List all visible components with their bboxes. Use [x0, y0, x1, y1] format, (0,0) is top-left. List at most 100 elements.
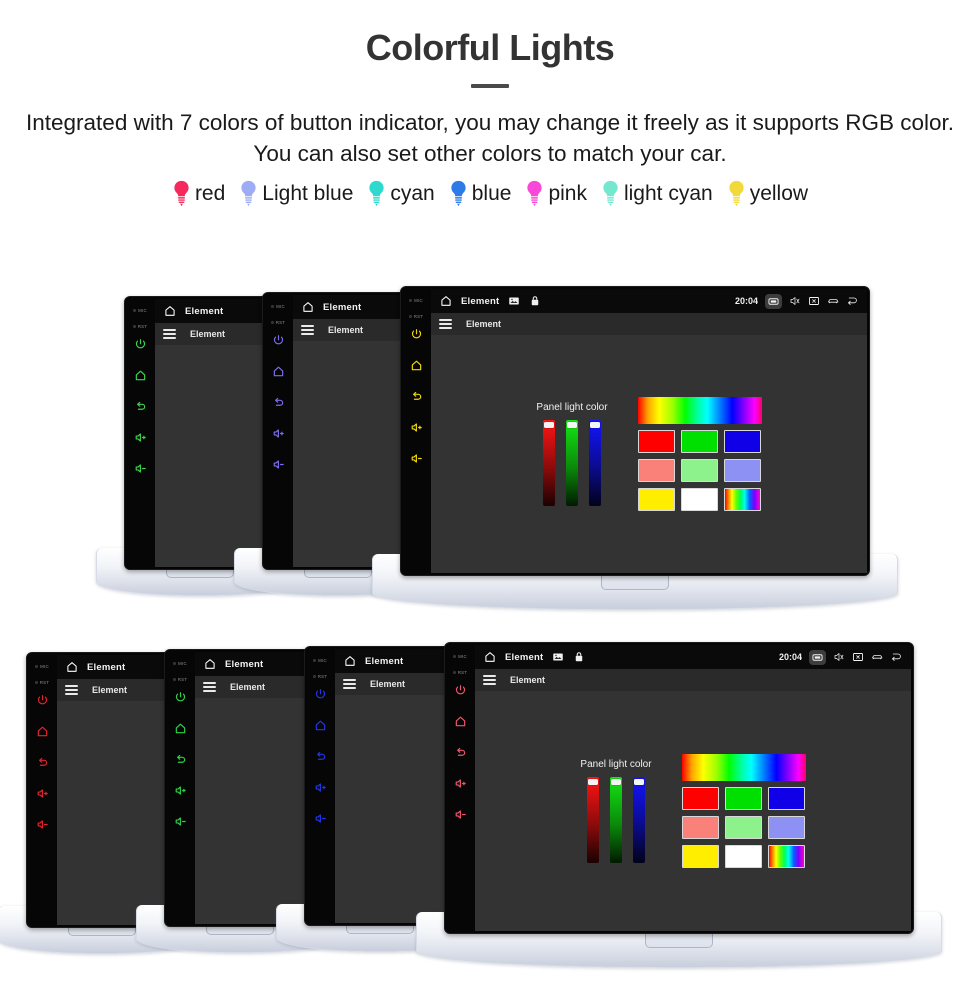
- salmon-swatch[interactable]: [637, 459, 675, 482]
- volume-down-icon[interactable]: [36, 818, 49, 831]
- hue-spectrum-bar[interactable]: [681, 754, 806, 781]
- periwinkle-swatch[interactable]: [724, 459, 762, 482]
- rainbow-swatch[interactable]: [768, 845, 806, 868]
- lock-icon[interactable]: [573, 651, 585, 663]
- green-swatch[interactable]: [724, 787, 763, 810]
- volume-down-icon[interactable]: [174, 815, 187, 828]
- gallery-icon[interactable]: [552, 651, 564, 663]
- power-icon[interactable]: [36, 694, 49, 707]
- home-icon[interactable]: [36, 725, 49, 738]
- volume-up-icon[interactable]: [174, 784, 187, 797]
- red-swatch[interactable]: [681, 787, 719, 810]
- mute-icon[interactable]: [789, 295, 801, 307]
- power-icon[interactable]: [174, 691, 187, 704]
- power-icon[interactable]: [454, 684, 467, 697]
- red-slider[interactable]: [543, 420, 555, 506]
- touchscreen[interactable]: Element 20:04 Element Panel light color: [475, 645, 911, 931]
- touchscreen[interactable]: Element Element: [155, 299, 273, 567]
- home-icon[interactable]: [164, 305, 176, 317]
- hamburger-menu-icon[interactable]: [65, 684, 78, 696]
- mute-icon[interactable]: [833, 651, 845, 663]
- hue-spectrum-bar[interactable]: [637, 397, 762, 424]
- rainbow-swatch[interactable]: [724, 488, 762, 511]
- lightgreen-swatch[interactable]: [724, 816, 763, 839]
- blue-swatch[interactable]: [724, 430, 762, 453]
- touchscreen[interactable]: Element Element: [195, 652, 313, 924]
- blue-slider[interactable]: [633, 777, 645, 863]
- white-swatch[interactable]: [680, 488, 719, 511]
- screenshot-icon[interactable]: [809, 649, 826, 665]
- hamburger-menu-icon[interactable]: [163, 328, 176, 340]
- slider-thumb[interactable]: [634, 779, 644, 785]
- red-slider[interactable]: [587, 777, 599, 863]
- hamburger-menu-icon[interactable]: [301, 324, 314, 336]
- hamburger-menu-icon[interactable]: [439, 318, 452, 330]
- hamburger-menu-icon[interactable]: [203, 681, 216, 693]
- home-icon[interactable]: [66, 661, 78, 673]
- home-icon[interactable]: [440, 295, 452, 307]
- green-slider[interactable]: [610, 777, 622, 863]
- touchscreen[interactable]: Element Element: [293, 295, 411, 567]
- power-icon[interactable]: [314, 688, 327, 701]
- power-icon[interactable]: [272, 334, 285, 347]
- home-icon[interactable]: [410, 359, 423, 372]
- home-icon[interactable]: [314, 719, 327, 732]
- home-icon[interactable]: [454, 715, 467, 728]
- slider-thumb[interactable]: [590, 422, 600, 428]
- back-icon[interactable]: [314, 750, 327, 763]
- car-icon[interactable]: [827, 295, 839, 307]
- volume-up-icon[interactable]: [272, 427, 285, 440]
- home-icon[interactable]: [174, 722, 187, 735]
- volume-down-icon[interactable]: [454, 808, 467, 821]
- close-screen-icon[interactable]: [808, 295, 820, 307]
- yellow-swatch[interactable]: [681, 845, 719, 868]
- back-icon[interactable]: [272, 396, 285, 409]
- back-icon[interactable]: [174, 753, 187, 766]
- home-icon[interactable]: [204, 658, 216, 670]
- volume-down-icon[interactable]: [272, 458, 285, 471]
- slider-thumb[interactable]: [544, 422, 554, 428]
- salmon-swatch[interactable]: [681, 816, 719, 839]
- screenshot-icon[interactable]: [765, 293, 782, 309]
- yellow-swatch[interactable]: [637, 488, 675, 511]
- back-icon[interactable]: [36, 756, 49, 769]
- back-icon[interactable]: [134, 400, 147, 413]
- back-arrow-icon[interactable]: [846, 295, 858, 307]
- volume-down-icon[interactable]: [410, 452, 423, 465]
- power-icon[interactable]: [410, 328, 423, 341]
- back-icon[interactable]: [410, 390, 423, 403]
- volume-down-icon[interactable]: [134, 462, 147, 475]
- lightgreen-swatch[interactable]: [680, 459, 719, 482]
- hamburger-menu-icon[interactable]: [483, 674, 496, 686]
- blue-swatch[interactable]: [768, 787, 806, 810]
- close-screen-icon[interactable]: [852, 651, 864, 663]
- home-icon[interactable]: [484, 651, 496, 663]
- car-icon[interactable]: [871, 651, 883, 663]
- back-arrow-icon[interactable]: [890, 651, 902, 663]
- power-icon[interactable]: [134, 338, 147, 351]
- volume-down-icon[interactable]: [314, 812, 327, 825]
- touchscreen[interactable]: Element Element: [57, 655, 175, 925]
- home-icon[interactable]: [302, 301, 314, 313]
- volume-up-icon[interactable]: [314, 781, 327, 794]
- touchscreen[interactable]: Element 20:04 Element Panel light color: [431, 289, 867, 573]
- home-icon[interactable]: [344, 655, 356, 667]
- touchscreen[interactable]: Element Element: [335, 649, 453, 923]
- volume-up-icon[interactable]: [134, 431, 147, 444]
- home-icon[interactable]: [272, 365, 285, 378]
- back-icon[interactable]: [454, 746, 467, 759]
- green-swatch[interactable]: [680, 430, 719, 453]
- volume-up-icon[interactable]: [36, 787, 49, 800]
- home-icon[interactable]: [134, 369, 147, 382]
- volume-up-icon[interactable]: [454, 777, 467, 790]
- lock-icon[interactable]: [529, 295, 541, 307]
- green-slider[interactable]: [566, 420, 578, 506]
- slider-thumb[interactable]: [588, 779, 598, 785]
- hamburger-menu-icon[interactable]: [343, 678, 356, 690]
- periwinkle-swatch[interactable]: [768, 816, 806, 839]
- red-swatch[interactable]: [637, 430, 675, 453]
- slider-thumb[interactable]: [611, 779, 621, 785]
- white-swatch[interactable]: [724, 845, 763, 868]
- volume-up-icon[interactable]: [410, 421, 423, 434]
- gallery-icon[interactable]: [508, 295, 520, 307]
